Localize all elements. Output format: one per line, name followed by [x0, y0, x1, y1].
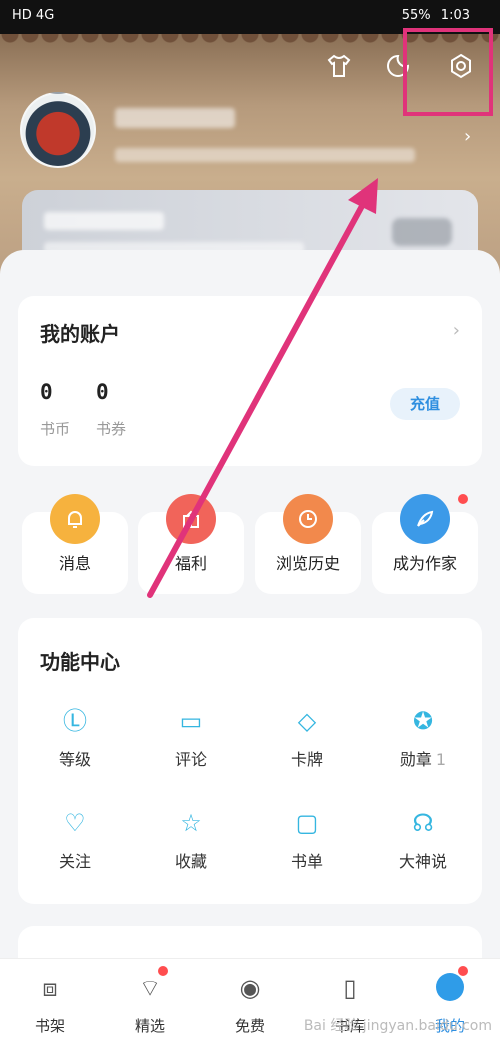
watermark: Bai 经验 jingyan.baidu.com	[303, 1018, 492, 1034]
annotation-arrow	[147, 178, 378, 598]
